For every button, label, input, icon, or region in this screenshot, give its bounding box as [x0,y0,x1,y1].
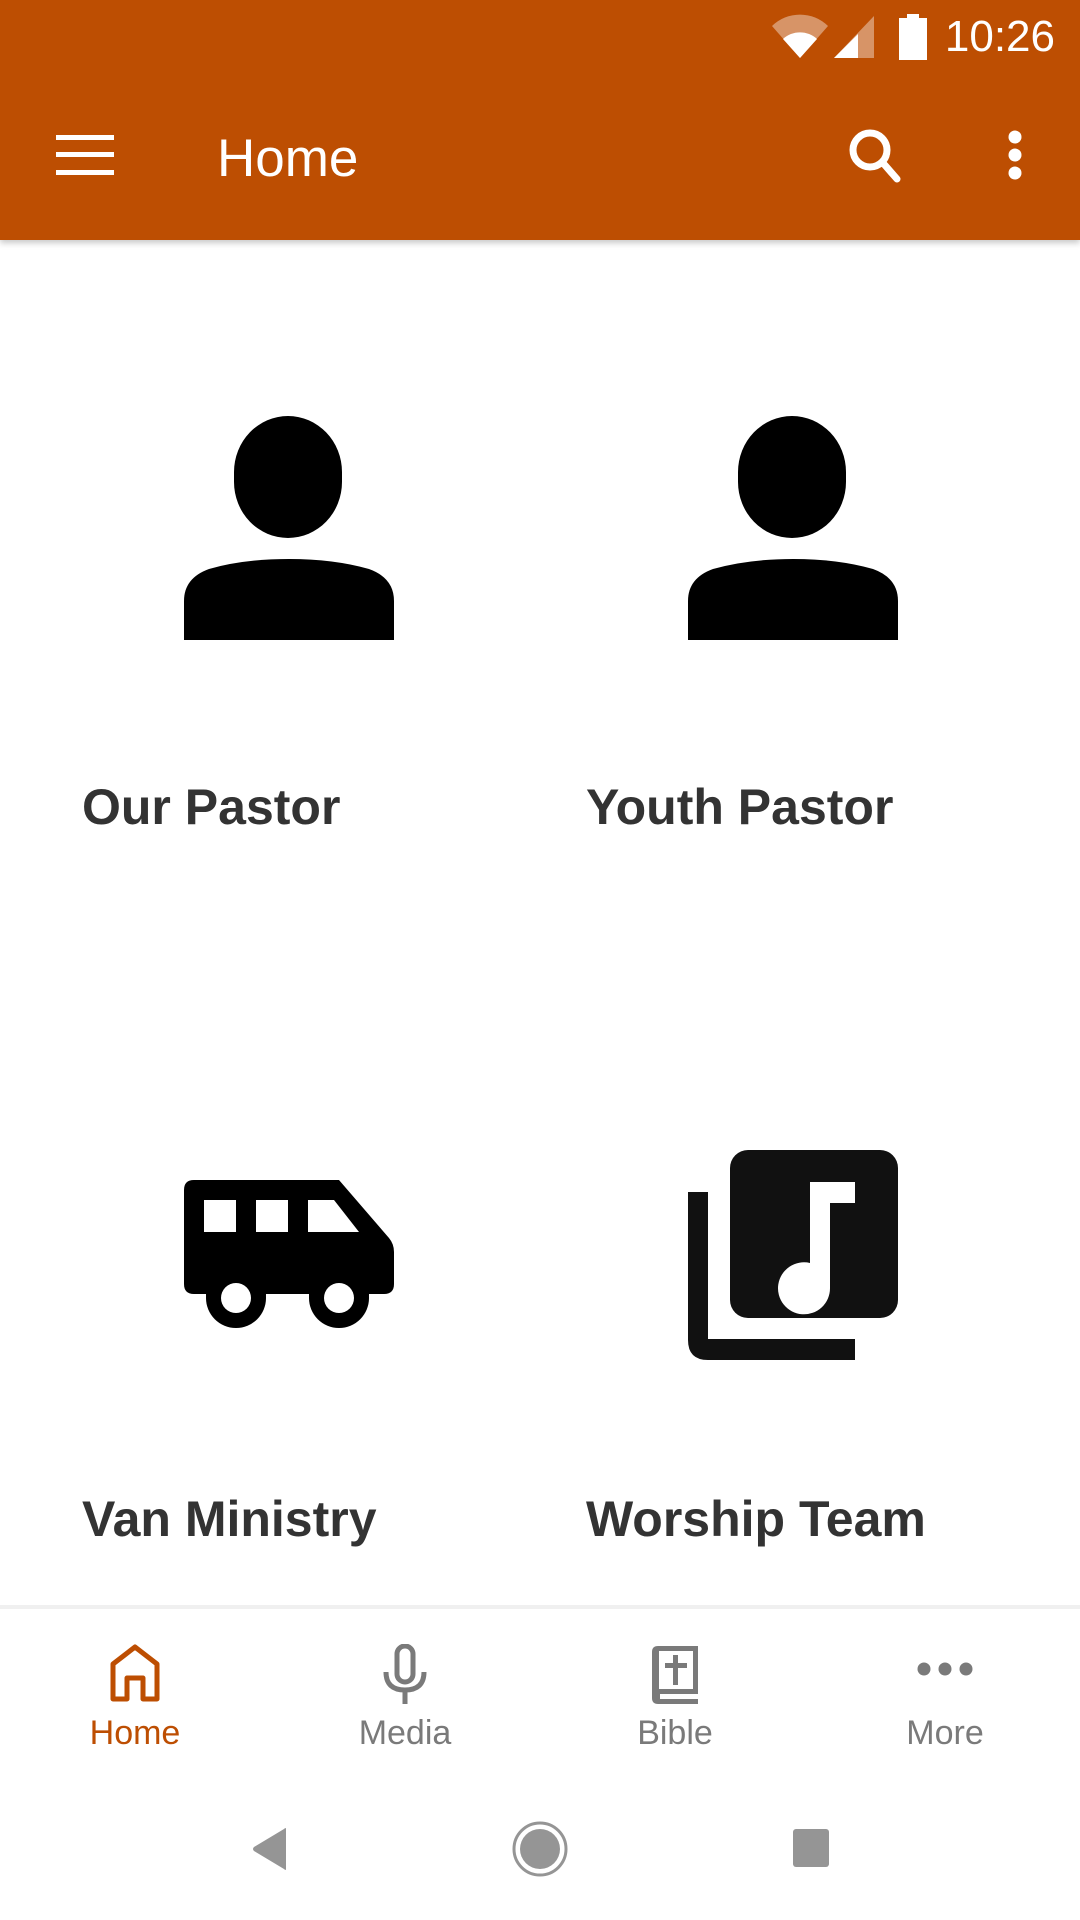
nav-label: Home [89,1714,181,1752]
tile-grid: Our Pastor Youth Pastor Van Ministry Wor [0,240,1080,1605]
more-options-button[interactable] [985,115,1045,195]
nav-item-more[interactable]: More [810,1609,1080,1784]
nav-label: Media [358,1714,452,1752]
hamburger-menu-icon [56,135,114,175]
more-vert-icon [1008,130,1022,180]
nav-item-media[interactable]: Media [270,1609,540,1784]
cell-signal-icon [834,16,874,58]
tile-label: Van Ministry [82,1491,377,1547]
bottom-navigation: Home Media Bible More [0,1605,1080,1784]
tile-label: Worship Team [586,1491,926,1547]
tile-van-ministry[interactable]: Van Ministry [0,880,504,1600]
nav-item-bible[interactable]: Bible [540,1609,810,1784]
tile-label: Youth Pastor [586,779,894,835]
wifi-icon [772,14,828,58]
bible-icon [652,1646,698,1704]
search-button[interactable] [835,115,915,195]
home-circle-icon[interactable] [511,1820,569,1878]
person-icon [184,416,394,640]
more-horiz-icon [917,1662,973,1676]
page-title: Home [217,129,359,188]
home-icon [110,1644,160,1702]
search-icon [849,129,901,183]
music-library-icon [688,1150,898,1360]
tile-our-pastor[interactable]: Our Pastor [0,240,504,960]
tile-worship-team[interactable]: Worship Team [504,880,1008,1600]
nav-item-home[interactable]: Home [0,1609,270,1784]
tile-youth-pastor[interactable]: Youth Pastor [504,240,1008,960]
app-bar: 10:26 Home [0,0,1080,240]
battery-icon [899,14,927,60]
nav-label: More [906,1714,984,1752]
tile-label: Our Pastor [82,779,341,835]
system-navigation-bar [0,1780,1080,1920]
status-bar: 10:26 [0,0,1080,72]
microphone-icon [383,1644,427,1704]
status-time: 10:26 [944,12,1055,61]
van-icon [184,1180,394,1328]
nav-label: Bible [637,1714,713,1752]
menu-button[interactable] [40,120,130,190]
recents-icon[interactable] [792,1828,830,1868]
back-icon[interactable] [250,1827,290,1871]
person-icon [688,416,898,640]
